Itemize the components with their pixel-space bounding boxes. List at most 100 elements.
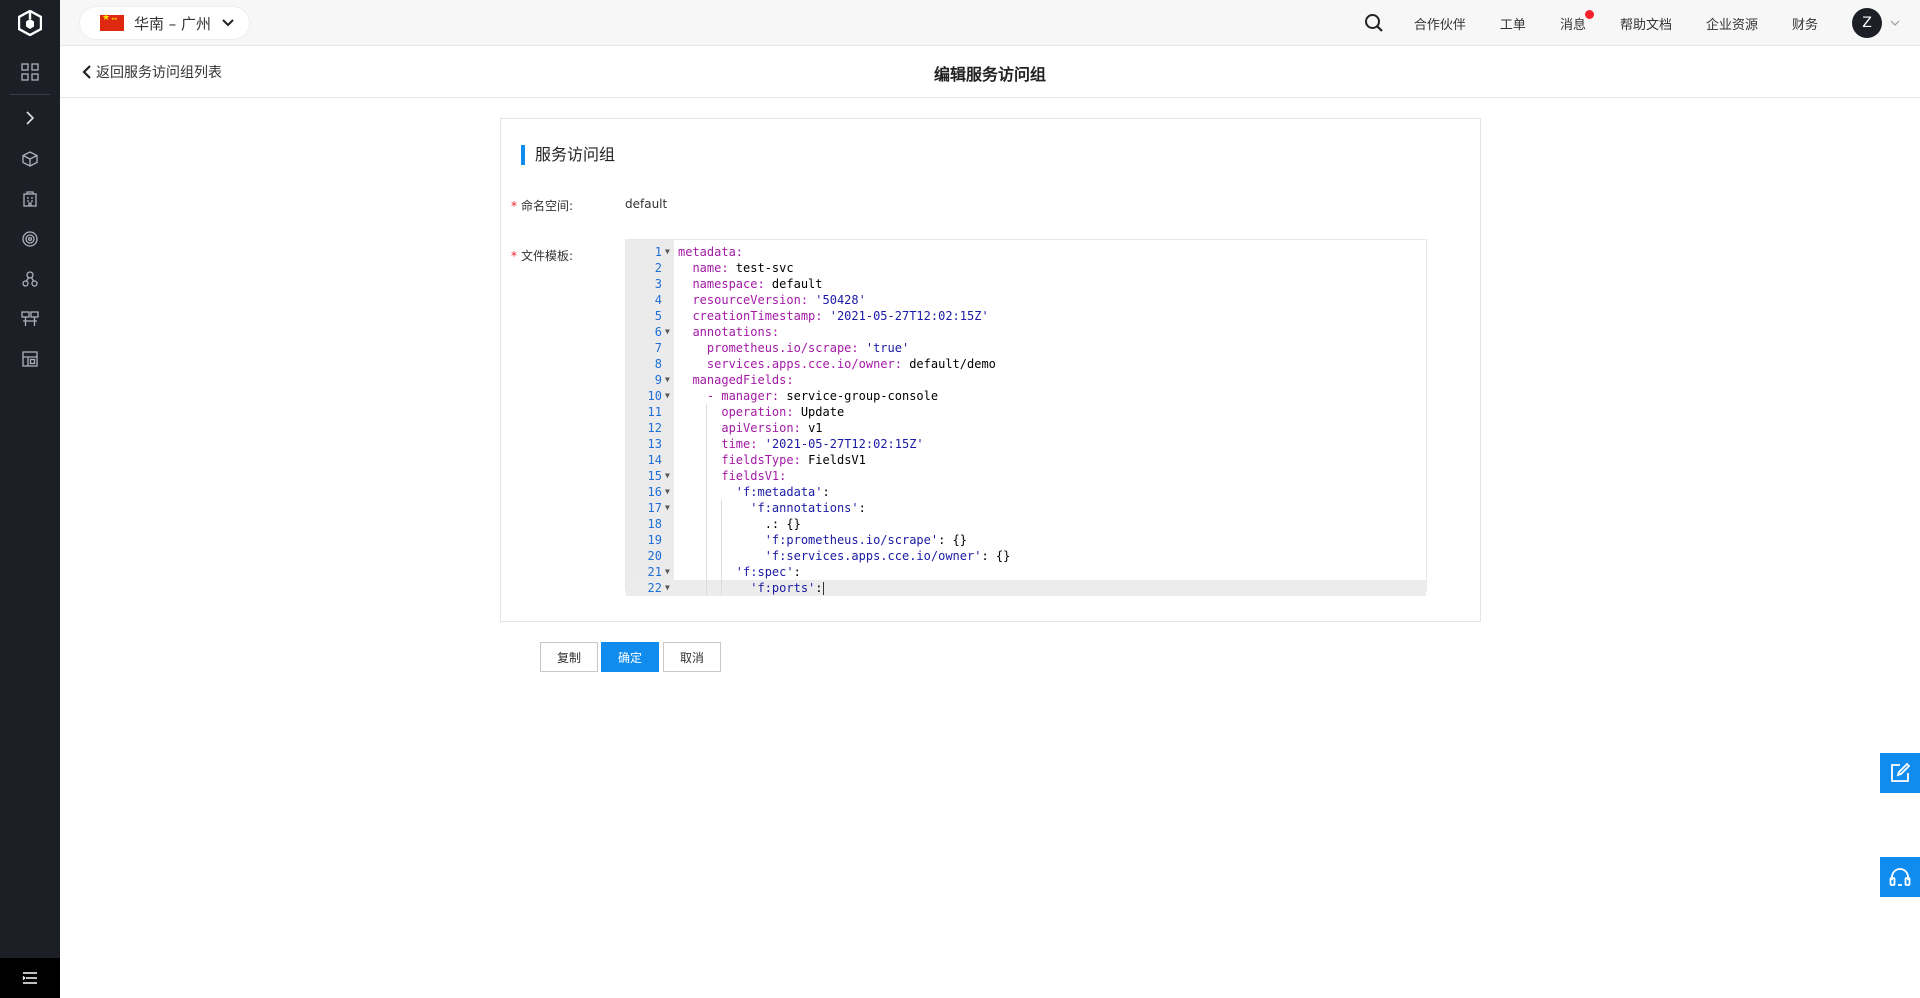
search-icon[interactable]	[1364, 13, 1384, 33]
fold-toggle-icon[interactable]: ▼	[665, 500, 670, 516]
yaml-string-key: 'f:spec'	[735, 565, 794, 579]
code-line: 14 fieldsType: FieldsV1	[626, 452, 1426, 468]
confirm-button[interactable]: 确定	[601, 642, 659, 672]
yaml-key: fieldsV1:	[721, 469, 787, 483]
indent-guide	[720, 500, 722, 596]
yaml-key: namespace:	[692, 277, 765, 291]
code-line: 15 ▼ fieldsV1:	[626, 468, 1426, 484]
cancel-button[interactable]: 取消	[663, 642, 721, 672]
line-number: 10	[647, 389, 662, 403]
yaml-string-key: 'f:services.apps.cce.io/owner'	[764, 549, 982, 563]
code-line: 5 creationTimestamp: '2021-05-27T12:02:1…	[626, 308, 1426, 324]
target-icon[interactable]	[20, 229, 40, 249]
fold-toggle-icon[interactable]: ▼	[665, 372, 670, 388]
yaml-key: fieldsType:	[721, 453, 801, 467]
fold-toggle-icon[interactable]: ▼	[665, 388, 670, 404]
fold-toggle-icon[interactable]: ▼	[665, 324, 670, 340]
code-text: operation: Update	[721, 405, 845, 419]
chevron-right-icon[interactable]	[20, 108, 40, 128]
nav-enterprise-resources[interactable]: 企业资源	[1706, 14, 1758, 33]
grid-icon[interactable]	[20, 62, 40, 82]
line-number: 18	[647, 517, 662, 531]
yaml-key: name:	[692, 261, 729, 275]
code-text: apiVersion: v1	[721, 421, 823, 435]
region-selector[interactable]: 华南 – 广州	[80, 7, 250, 39]
code-line: 13 time: '2021-05-27T12:02:15Z'	[626, 436, 1426, 452]
line-number: 16	[647, 485, 662, 499]
customer-service-button[interactable]	[1880, 857, 1920, 897]
line-number: 8	[654, 357, 662, 371]
yaml-key: metadata:	[678, 245, 744, 259]
fold-toggle-icon[interactable]: ▼	[665, 484, 670, 500]
fold-toggle-icon[interactable]: ▼	[665, 564, 670, 580]
feedback-button[interactable]	[1880, 753, 1920, 793]
code-line: 9 ▼ managedFields:	[626, 372, 1426, 388]
yaml-code-editor[interactable]: 1 ▼ metadata: 2 name: test-svc 3 namespace: …	[625, 239, 1427, 596]
fold-toggle-icon[interactable]: ▼	[665, 468, 670, 484]
yaml-key: creationTimestamp:	[692, 309, 823, 323]
code-text: name: test-svc	[692, 261, 794, 275]
cluster-icon[interactable]	[20, 269, 40, 289]
page-title-text: 编辑服务访问组	[933, 65, 1046, 84]
yaml-key: services.apps.cce.io/owner:	[706, 357, 902, 371]
namespace-value: default	[625, 197, 668, 211]
indent-guide	[706, 404, 708, 596]
code-text: .: {}	[764, 517, 801, 531]
code-text: time: '2021-05-27T12:02:15Z'	[678, 436, 924, 452]
page-title: 编辑服务访问组	[60, 61, 1920, 85]
line-number: 3	[654, 277, 662, 291]
edit-icon	[1891, 763, 1910, 782]
nav-messages[interactable]: 消息	[1559, 9, 1594, 33]
sidebar-menu-toggle[interactable]	[0, 958, 60, 998]
avatar[interactable]: Z	[1852, 8, 1882, 38]
code-text: 'f:services.apps.cce.io/owner': {}	[764, 549, 1011, 563]
line-number: 1	[654, 245, 662, 259]
required-mark: *	[511, 249, 517, 263]
sub-header: 返回服务访问组列表 编辑服务访问组	[60, 46, 1920, 98]
nav-partners[interactable]: 合作伙伴	[1414, 14, 1466, 33]
line-number: 17	[647, 501, 662, 515]
nav-finance[interactable]: 财务	[1792, 14, 1818, 33]
line-number: 12	[647, 421, 662, 435]
code-line: 6 ▼ annotations:	[626, 324, 1426, 340]
code-line: 22 ▼ 'f:ports':	[626, 580, 1426, 596]
logo[interactable]	[0, 0, 60, 46]
network-icon[interactable]	[20, 309, 40, 329]
code-line: 12 apiVersion: v1	[626, 420, 1426, 436]
sidebar	[0, 46, 60, 998]
code-text: managedFields:	[678, 372, 793, 388]
yaml-key: annotations:	[692, 325, 780, 339]
code-line: 17 ▼ 'f:annotations':	[626, 500, 1426, 516]
avatar-chevron-down-icon[interactable]	[1890, 20, 1900, 26]
nav-messages-label: 消息	[1559, 17, 1586, 33]
code-line: 7 prometheus.io/scrape: 'true'	[626, 340, 1426, 356]
nav-help-docs[interactable]: 帮助文档	[1620, 14, 1672, 33]
yaml-key: time:	[721, 437, 758, 451]
fold-toggle-icon[interactable]: ▼	[665, 580, 670, 596]
yaml-string-key: 'f:annotations'	[750, 501, 859, 515]
line-number: 19	[647, 533, 662, 547]
code-text: namespace: default	[692, 277, 823, 291]
code-text: creationTimestamp: '2021-05-27T12:02:15Z…	[678, 308, 988, 324]
template-label: * 文件模板:	[511, 247, 573, 264]
line-number: 22	[647, 581, 662, 595]
region-label: 华南 – 广州	[134, 14, 212, 33]
code-line: 1 ▼ metadata:	[626, 244, 1426, 260]
nav-tickets[interactable]: 工单	[1500, 14, 1526, 33]
top-nav: 合作伙伴 工单 消息 帮助文档 企业资源 财务 Z	[1364, 0, 1920, 46]
copy-button[interactable]: 复制	[540, 642, 598, 672]
namespace-label-text: 命名空间:	[521, 199, 574, 213]
yaml-string-key: 'f:ports'	[750, 581, 816, 595]
building-icon[interactable]	[20, 189, 40, 209]
code-text: annotations:	[678, 324, 779, 340]
yaml-string-value: '2021-05-27T12:02:15Z'	[764, 437, 924, 451]
yaml-key: - manager:	[706, 389, 780, 403]
fold-toggle-icon[interactable]: ▼	[665, 244, 670, 260]
yaml-key: operation:	[721, 405, 794, 419]
image-icon[interactable]	[20, 349, 40, 369]
code-line: 18 .: {}	[626, 516, 1426, 532]
line-number: 14	[647, 453, 662, 467]
line-number: 13	[647, 437, 662, 451]
required-mark: *	[511, 199, 517, 213]
cube-icon[interactable]	[20, 149, 40, 169]
